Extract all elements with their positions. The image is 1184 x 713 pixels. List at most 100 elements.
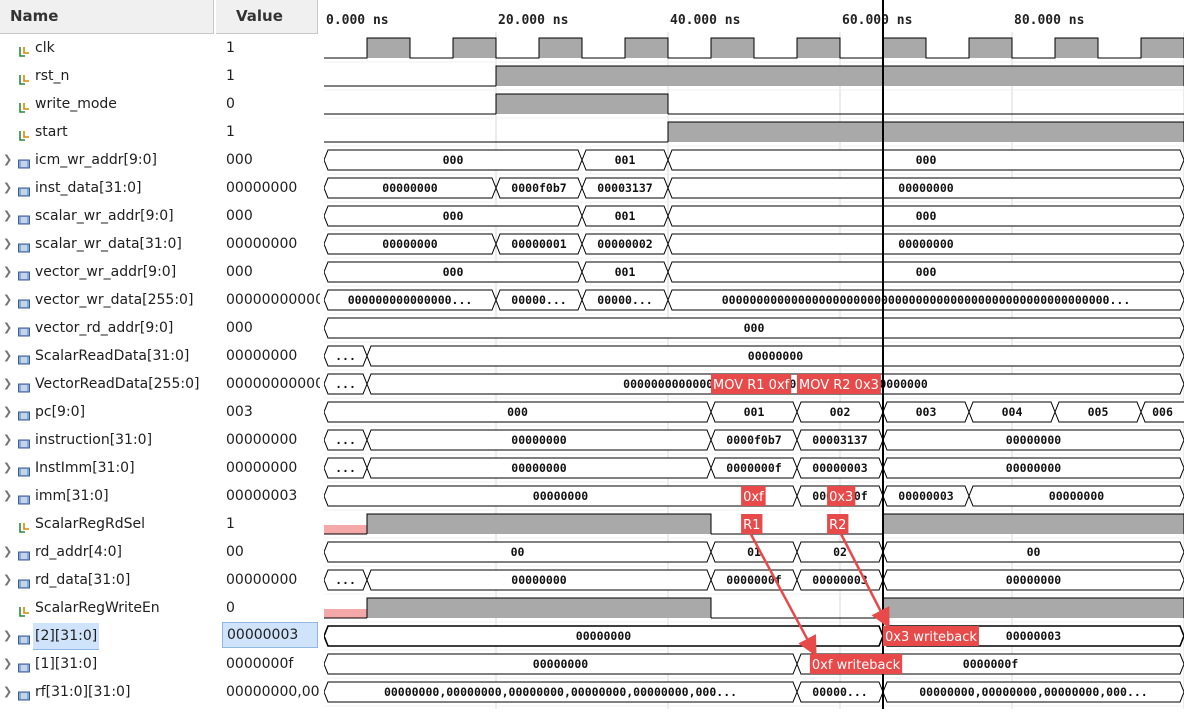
signal-value[interactable]: 0 xyxy=(216,594,320,622)
expand-chevron-icon[interactable]: ❯ xyxy=(3,454,13,482)
bus-value: 000 xyxy=(443,209,464,223)
expand-chevron-icon[interactable]: ❯ xyxy=(3,370,13,398)
signal-value[interactable]: 00000000 xyxy=(216,342,320,370)
signal-value[interactable]: 00000003 xyxy=(216,482,320,510)
signal-row-vector-wr-addr-9-0[interactable]: ❯ vector_wr_addr[9:0] xyxy=(0,258,216,286)
signal-value[interactable]: 00000000 xyxy=(216,230,320,258)
annotation-label: 0x3 writeback xyxy=(883,626,979,646)
bus-signal-icon xyxy=(17,489,31,505)
signal-row-vectorreaddata-255-0[interactable]: ❯ VectorReadData[255:0] xyxy=(0,370,216,398)
signal-row-pc-9-0[interactable]: ❯ pc[9:0] xyxy=(0,398,216,426)
bus-signal-icon xyxy=(17,209,31,225)
signal-value[interactable]: 000 xyxy=(216,202,320,230)
name-column-header[interactable]: Name xyxy=(0,0,214,34)
annotation-label: MOV R1 0xf xyxy=(711,374,792,394)
bit-high-region xyxy=(883,598,1184,618)
signal-value[interactable]: 003 xyxy=(216,398,320,426)
signal-row-start[interactable]: start xyxy=(0,118,216,146)
annotation-text: 0xf writeback xyxy=(812,658,901,673)
signal-row-rd-addr-4-0[interactable]: ❯ rd_addr[4:0] xyxy=(0,538,216,566)
signal-value[interactable]: 1 xyxy=(216,510,320,538)
signal-row-rd-data-31-0[interactable]: ❯ rd_data[31:0] xyxy=(0,566,216,594)
expand-chevron-icon[interactable]: ❯ xyxy=(3,314,13,342)
signal-name-panel: Name clk rst_n write_modestart ❯ icm_wr_addr… xyxy=(0,0,216,709)
expand-chevron-icon[interactable]: ❯ xyxy=(3,230,13,258)
expand-chevron-icon[interactable]: ❯ xyxy=(3,622,13,650)
annotation-text: R1 xyxy=(743,518,760,533)
signal-value[interactable]: 00000003 xyxy=(222,622,318,648)
signal-value[interactable]: 00000000000 xyxy=(216,286,320,314)
expand-chevron-icon[interactable]: ❯ xyxy=(3,650,13,678)
signal-row-icm-wr-addr-9-0[interactable]: ❯ icm_wr_addr[9:0] xyxy=(0,146,216,174)
signal-value[interactable]: 00 xyxy=(216,538,320,566)
signal-row-inst-data-31-0[interactable]: ❯ inst_data[31:0] xyxy=(0,174,216,202)
waveform-viewer[interactable]: 0.000 ns 20.000 ns 40.000 ns 60.000 ns 80.00… xyxy=(324,0,1184,709)
annotation-label: MOV R2 0x3 xyxy=(797,374,881,394)
signal-row-instruction-31-0[interactable]: ❯ instruction[31:0] xyxy=(0,426,216,454)
bus-signal-icon xyxy=(17,405,31,421)
expand-chevron-icon[interactable]: ❯ xyxy=(3,398,13,426)
bus-value: 00000000 xyxy=(511,433,566,447)
time-axis-label: 80.000 ns xyxy=(1014,13,1084,28)
bus-value: 00 xyxy=(1027,545,1041,559)
signal-row-scalarregwriteen[interactable]: ScalarRegWriteEn xyxy=(0,594,216,622)
signal-value[interactable]: 000 xyxy=(216,314,320,342)
signal-row-write-mode[interactable]: write_mode xyxy=(0,90,216,118)
signal-value[interactable]: 000 xyxy=(216,146,320,174)
signal-row-scalarregrdsel[interactable]: ScalarRegRdSel xyxy=(0,510,216,538)
bus-value: 00000001 xyxy=(511,237,566,251)
signal-value[interactable]: 00000000 xyxy=(216,454,320,482)
signal-value[interactable]: 1 xyxy=(216,118,320,146)
signal-value[interactable]: 0 xyxy=(216,90,320,118)
signal-row-vector-rd-addr-9-0[interactable]: ❯ vector_rd_addr[9:0] xyxy=(0,314,216,342)
signal-row-instimm-31-0[interactable]: ❯ InstImm[31:0] xyxy=(0,454,216,482)
expand-chevron-icon[interactable]: ❯ xyxy=(3,538,13,566)
bus-waveform: 00000000,00000000,00000000,00000000,0000… xyxy=(324,681,1184,703)
signal-row-rf-31-0-31-0[interactable]: ❯ rf[31:0][31:0] xyxy=(0,678,216,706)
expand-chevron-icon[interactable]: ❯ xyxy=(3,426,13,454)
bus-signal-icon xyxy=(17,433,31,449)
signal-name: instruction[31:0] xyxy=(35,432,153,448)
signal-row-1-31-0[interactable]: ❯ [1][31:0] xyxy=(0,650,216,678)
signal-row-vector-wr-data-255-0[interactable]: ❯ vector_wr_data[255:0] xyxy=(0,286,216,314)
signal-row-2-31-0[interactable]: ❯ [2][31:0] xyxy=(0,622,216,650)
expand-chevron-icon[interactable]: ❯ xyxy=(3,174,13,202)
bus-value: 00000... xyxy=(812,685,867,699)
signal-value[interactable]: 00000000000 xyxy=(216,370,320,398)
bus-value: 000 xyxy=(916,265,937,279)
signal-value[interactable]: 00000000 xyxy=(216,426,320,454)
signal-value[interactable]: 00000000 xyxy=(216,174,320,202)
signal-value[interactable]: 0000000f xyxy=(216,650,320,678)
signal-row-rst-n[interactable]: rst_n xyxy=(0,62,216,90)
expand-chevron-icon[interactable]: ❯ xyxy=(3,146,13,174)
signal-row-imm-31-0[interactable]: ❯ imm[31:0] xyxy=(0,482,216,510)
bus-value: 0000000000000000000000000000000000000000… xyxy=(722,293,1131,307)
signal-value[interactable]: 000 xyxy=(216,258,320,286)
bus-waveform: ... 00000000 0000000f 00000003 00000000 xyxy=(324,457,1184,479)
expand-chevron-icon[interactable]: ❯ xyxy=(3,482,13,510)
expand-chevron-icon[interactable]: ❯ xyxy=(3,678,13,706)
bus-value: 00000000 xyxy=(1049,489,1104,503)
expand-chevron-icon[interactable]: ❯ xyxy=(3,566,13,594)
signal-name: write_mode xyxy=(35,96,117,112)
signal-row-scalarreaddata-31-0[interactable]: ❯ ScalarReadData[31:0] xyxy=(0,342,216,370)
expand-chevron-icon[interactable]: ❯ xyxy=(3,342,13,370)
bit-signal-icon xyxy=(17,97,31,113)
signal-row-clk[interactable]: clk xyxy=(0,34,216,62)
bit-waveform xyxy=(324,93,1184,115)
signal-value[interactable]: 00000000,000 xyxy=(216,678,320,706)
expand-chevron-icon[interactable]: ❯ xyxy=(3,258,13,286)
bus-waveform: 00 01 02 00 xyxy=(324,541,1184,563)
expand-chevron-icon[interactable]: ❯ xyxy=(3,286,13,314)
signal-name: ScalarRegWriteEn xyxy=(35,600,160,616)
signal-row-scalar-wr-addr-9-0[interactable]: ❯ scalar_wr_addr[9:0] xyxy=(0,202,216,230)
signal-value[interactable]: 1 xyxy=(216,62,320,90)
signal-value[interactable]: 00000000 xyxy=(216,566,320,594)
undefined-region xyxy=(324,525,367,534)
bus-signal-icon xyxy=(17,461,31,477)
signal-row-scalar-wr-data-31-0[interactable]: ❯ scalar_wr_data[31:0] xyxy=(0,230,216,258)
value-column-header[interactable]: Value xyxy=(216,0,318,34)
signal-value[interactable]: 1 xyxy=(216,34,320,62)
bus-value: 001 xyxy=(744,405,765,419)
expand-chevron-icon[interactable]: ❯ xyxy=(3,202,13,230)
